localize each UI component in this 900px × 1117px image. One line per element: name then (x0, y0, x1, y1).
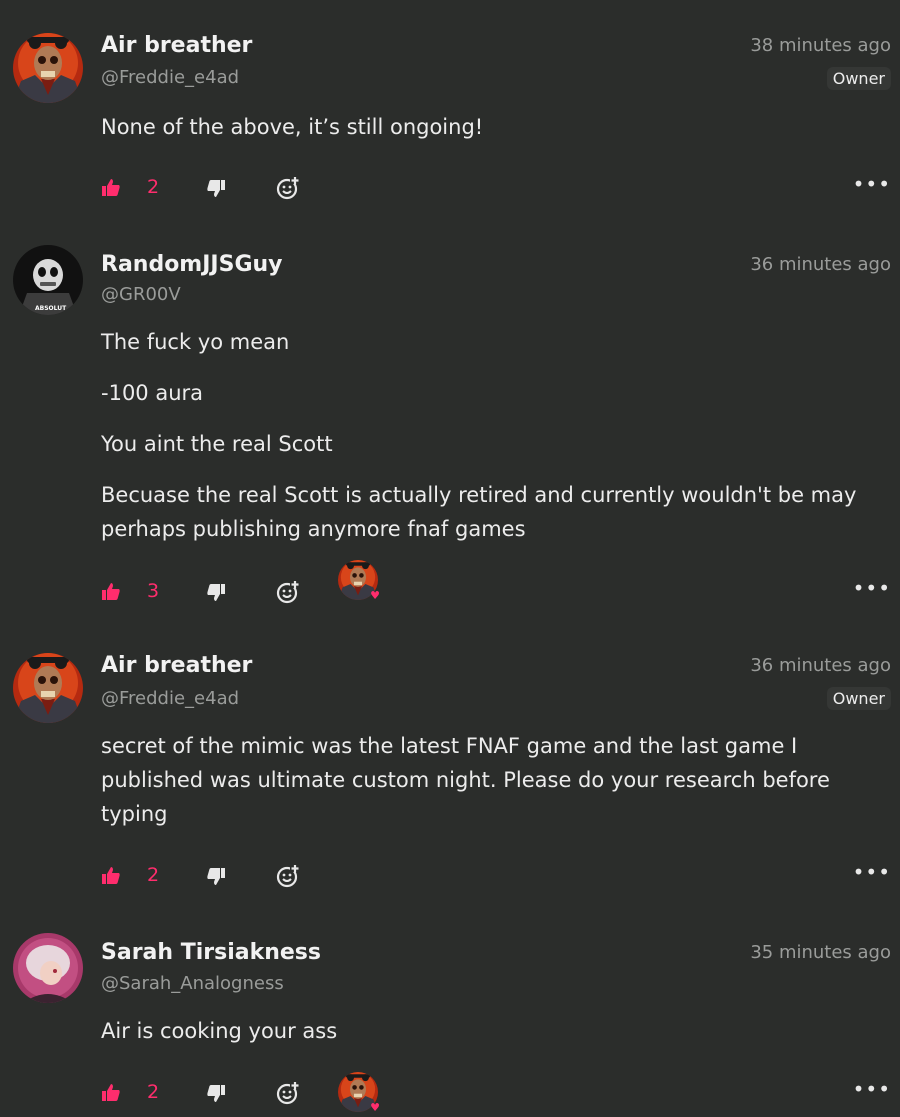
comment-line: None of the above, it’s still ongoing! (101, 115, 484, 139)
more-options-icon[interactable]: ••• (853, 576, 891, 600)
add-reaction-button[interactable] (276, 172, 300, 204)
timestamp: 36 minutes ago (750, 254, 891, 275)
dislike-button[interactable] (206, 576, 226, 608)
avatar[interactable] (13, 653, 83, 723)
comment-body: The fuck yo mean -100 aura You aint the … (101, 325, 891, 546)
timestamp: 36 minutes ago (750, 655, 891, 676)
like-button[interactable] (101, 172, 121, 204)
heart-icon: ♥ (370, 1101, 380, 1114)
thumbs-up-icon (101, 582, 121, 602)
add-reaction-button[interactable] (276, 576, 300, 608)
like-button[interactable] (101, 576, 121, 608)
like-count: 3 (147, 580, 160, 602)
comment-line: The fuck yo mean (101, 330, 290, 354)
dislike-button[interactable] (206, 860, 226, 892)
like-count: 2 (147, 176, 160, 198)
creator-heart-reaction[interactable]: ♥ (338, 1072, 380, 1114)
owner-badge: Owner (826, 687, 891, 710)
thumbs-down-icon (206, 866, 226, 886)
comment-actions: 3 ♥ ••• (101, 576, 891, 608)
like-button[interactable] (101, 1077, 121, 1109)
author-handle[interactable]: @Freddie_e4ad (101, 688, 239, 709)
avatar-image (13, 653, 83, 723)
dislike-button[interactable] (206, 1077, 226, 1109)
avatar[interactable]: ABSOLUT (13, 245, 83, 315)
author-name[interactable]: Sarah Tirsiakness (101, 940, 321, 965)
more-options-icon[interactable]: ••• (853, 172, 891, 196)
avatar[interactable] (13, 33, 83, 103)
author-name[interactable]: RandomJJSGuy (101, 252, 283, 277)
thumbs-down-icon (206, 1083, 226, 1103)
comment-line: Becuase the real Scott is actually retir… (101, 483, 857, 541)
author-handle[interactable]: @Sarah_Analogness (101, 973, 284, 994)
comment-actions: 2 ••• (101, 860, 891, 892)
creator-heart-reaction[interactable]: ♥ (338, 560, 380, 602)
timestamp: 35 minutes ago (750, 942, 891, 963)
more-options-icon[interactable]: ••• (853, 860, 891, 884)
thumbs-down-icon (206, 178, 226, 198)
avatar-caption: ABSOLUT (35, 305, 67, 312)
dislike-button[interactable] (206, 172, 226, 204)
author-name[interactable]: Air breather (101, 653, 252, 678)
add-reaction-icon (276, 1081, 300, 1105)
like-count: 2 (147, 864, 160, 886)
comment-line: You aint the real Scott (101, 432, 333, 456)
thumbs-up-icon (101, 178, 121, 198)
avatar-image (13, 33, 83, 103)
avatar-image (13, 933, 83, 1003)
thumbs-up-icon (101, 866, 121, 886)
like-button[interactable] (101, 860, 121, 892)
comment-actions: 2 ♥ ••• (101, 1077, 891, 1114)
thumbs-down-icon (206, 582, 226, 602)
more-options-icon[interactable]: ••• (853, 1077, 891, 1101)
add-reaction-button[interactable] (276, 860, 300, 892)
author-handle[interactable]: @GR00V (101, 284, 181, 305)
heart-icon: ♥ (370, 589, 380, 602)
comment-actions: 2 ••• (101, 172, 891, 204)
like-count: 2 (147, 1081, 160, 1103)
comment-line: -100 aura (101, 381, 204, 405)
thumbs-up-icon (101, 1083, 121, 1103)
comment-line: Air is cooking your ass (101, 1019, 338, 1043)
add-reaction-icon (276, 176, 300, 200)
add-reaction-icon (276, 864, 300, 888)
comment-body: None of the above, it’s still ongoing! (101, 110, 891, 144)
comment-body: secret of the mimic was the latest FNAF … (101, 729, 891, 831)
owner-badge: Owner (826, 67, 891, 90)
add-reaction-button[interactable] (276, 1077, 300, 1109)
timestamp: 38 minutes ago (750, 35, 891, 56)
comment-line: secret of the mimic was the latest FNAF … (101, 734, 830, 826)
author-name[interactable]: Air breather (101, 33, 252, 58)
add-reaction-icon (276, 580, 300, 604)
author-handle[interactable]: @Freddie_e4ad (101, 67, 239, 88)
avatar[interactable] (13, 933, 83, 1003)
comment-body: Air is cooking your ass (101, 1014, 891, 1048)
